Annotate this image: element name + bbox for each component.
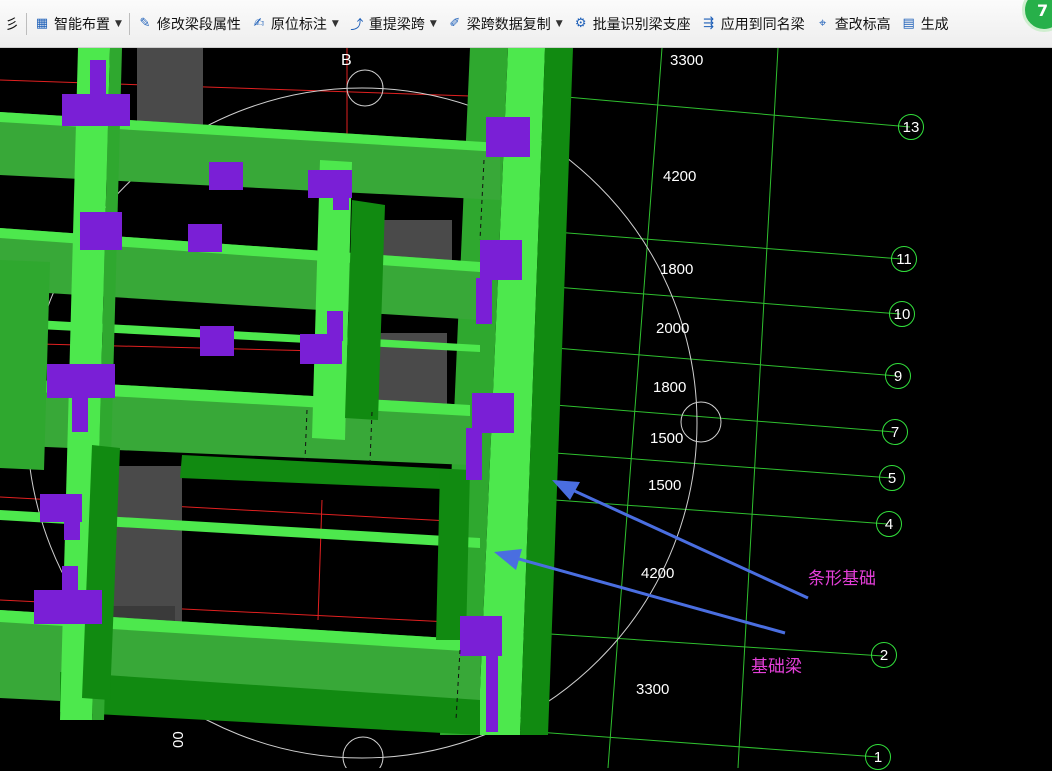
- dimension-label: 4200: [641, 565, 675, 582]
- annotate-icon: ✍: [253, 16, 265, 31]
- axis-letter: B: [341, 52, 352, 69]
- column[interactable]: [188, 224, 222, 252]
- toolbar-button-label: 原位标注: [270, 16, 327, 33]
- toolbar-button-5[interactable]: ✐ 梁跨数据复制 ▼: [442, 9, 568, 39]
- column[interactable]: [486, 650, 498, 732]
- toolbar-button-7[interactable]: ⇶ 应用到同名梁: [696, 9, 810, 39]
- grid-line: [554, 286, 901, 315]
- axis-bubble-2[interactable]: 2: [871, 642, 897, 668]
- toolbar-button-1[interactable]: ▦ 智能布置 ▼: [29, 9, 127, 39]
- toolbar-button-label: 生成: [920, 16, 949, 33]
- grid-line: [519, 631, 884, 657]
- column[interactable]: [480, 240, 522, 280]
- column[interactable]: [62, 94, 130, 126]
- grid-line: [554, 404, 895, 433]
- toolbar-button-label: 重提梁跨: [368, 16, 425, 33]
- dimension-label: 2000: [656, 320, 690, 337]
- column[interactable]: [200, 326, 234, 356]
- column[interactable]: [34, 590, 102, 624]
- toolbar-button-3[interactable]: ✍ 原位标注 ▼: [246, 9, 344, 39]
- dropdown-caret-icon[interactable]: ▼: [332, 19, 339, 29]
- grid-line: [509, 729, 879, 758]
- column[interactable]: [327, 311, 343, 341]
- foundation-beam[interactable]: [0, 260, 50, 470]
- column[interactable]: [47, 364, 115, 398]
- column[interactable]: [64, 500, 80, 540]
- dimension-label: 4200: [663, 168, 697, 185]
- toolbar-button-4[interactable]: ⤴ 重提梁跨 ▼: [344, 9, 442, 39]
- dimension-label: 1800: [660, 261, 694, 278]
- column[interactable]: [333, 180, 349, 210]
- toolbar-button-6[interactable]: ⚙ 批量识别梁支座: [568, 9, 696, 39]
- column[interactable]: [472, 393, 514, 433]
- axis-bubble-5[interactable]: 5: [879, 465, 905, 491]
- dimension-label: 3300: [636, 681, 670, 698]
- copy-brush-icon: ✐: [449, 16, 461, 31]
- toolbar-button-9[interactable]: ▤ 生成: [896, 9, 954, 39]
- column[interactable]: [476, 278, 492, 324]
- grid-line: [317, 499, 323, 621]
- toolbar-button-label: 批量识别梁支座: [592, 16, 691, 33]
- toolbar-button-2[interactable]: ✎ 修改梁段属性: [132, 9, 246, 39]
- grid-line: [0, 342, 321, 352]
- toolbar-button-label: 智能布置: [54, 16, 110, 33]
- dropdown-caret-icon[interactable]: ▼: [115, 19, 122, 29]
- annotation-foundation-beam: 基础梁: [751, 657, 802, 677]
- model-viewport[interactable]: B 13 11 10 9 7 5 4 2 1 3300 4200 1800 20…: [0, 48, 1052, 770]
- dimension-label: 3300: [670, 52, 704, 69]
- beam-span-icon: ⤴: [350, 18, 364, 33]
- generate-icon: ▤: [902, 16, 915, 31]
- grid-line: [554, 347, 898, 377]
- dropdown-caret-icon[interactable]: ▼: [430, 19, 437, 29]
- dropdown-caret-icon[interactable]: ▼: [556, 19, 563, 29]
- axis-bubble-1[interactable]: 1: [865, 744, 891, 770]
- annotation-strip-foundation: 条形基础: [808, 569, 876, 589]
- dimension-label: 1500: [650, 430, 684, 447]
- toolbar-button-label: 查改标高: [834, 16, 891, 33]
- bottom-dimension-fragment: 00: [170, 731, 187, 748]
- toolbar-separator: [128, 12, 130, 35]
- foundation-beam[interactable]: [436, 470, 470, 640]
- axis-grid-lines: [509, 48, 911, 768]
- grid-line: [554, 231, 903, 260]
- toolbar-button-label: 彡: [5, 16, 19, 33]
- apply-beam-icon: ⇶: [703, 16, 715, 31]
- elevation-icon: ⌖: [819, 16, 827, 31]
- support-detect-icon: ⚙: [574, 16, 587, 31]
- grid-line: [554, 95, 911, 128]
- axis-bubble-9[interactable]: 9: [885, 363, 911, 389]
- toolbar-items: 彡 ▦ 智能布置 ▼ ✎ 修改梁段属性 ✍ 原位标注 ▼ ⤴ 重提梁跨 ▼ ✐ 梁跨数据复制 ▼ ⚙ 批量识别梁…: [0, 9, 954, 39]
- grid-line: [554, 452, 892, 479]
- axis-bubble-13[interactable]: 13: [898, 114, 924, 140]
- column[interactable]: [466, 428, 482, 480]
- toolbar-button-label: 梁跨数据复制: [466, 16, 551, 33]
- grid-layout-icon: ▦: [35, 16, 49, 31]
- axis-bubble-10[interactable]: 10: [889, 301, 915, 327]
- axis-bubble-11[interactable]: 11: [891, 246, 917, 272]
- column[interactable]: [72, 394, 88, 432]
- column[interactable]: [80, 212, 122, 250]
- corner-badge[interactable]: 7: [1022, 0, 1052, 32]
- axis-bubble-4[interactable]: 4: [876, 511, 902, 537]
- grid-line: [607, 48, 663, 768]
- dimension-label: 1500: [648, 477, 682, 494]
- beam-edit-icon: ✎: [139, 16, 151, 31]
- toolbar-button-8[interactable]: ⌖ 查改标高: [810, 9, 896, 39]
- toolbar-button-label: 修改梁段属性: [156, 16, 241, 33]
- toolbar-button-0[interactable]: 彡: [0, 9, 24, 39]
- column[interactable]: [486, 117, 530, 157]
- toolbar: 彡 ▦ 智能布置 ▼ ✎ 修改梁段属性 ✍ 原位标注 ▼ ⤴ 重提梁跨 ▼ ✐ 梁跨数据复制 ▼ ⚙ 批量识别梁…: [0, 0, 1052, 48]
- column[interactable]: [209, 162, 243, 190]
- foundation-beam[interactable]: [345, 200, 385, 420]
- grid-line: [0, 79, 471, 97]
- axis-bubble-7[interactable]: 7: [882, 419, 908, 445]
- toolbar-separator: [26, 12, 27, 35]
- dimension-label: 1800: [653, 379, 687, 396]
- toolbar-button-label: 应用到同名梁: [720, 16, 805, 33]
